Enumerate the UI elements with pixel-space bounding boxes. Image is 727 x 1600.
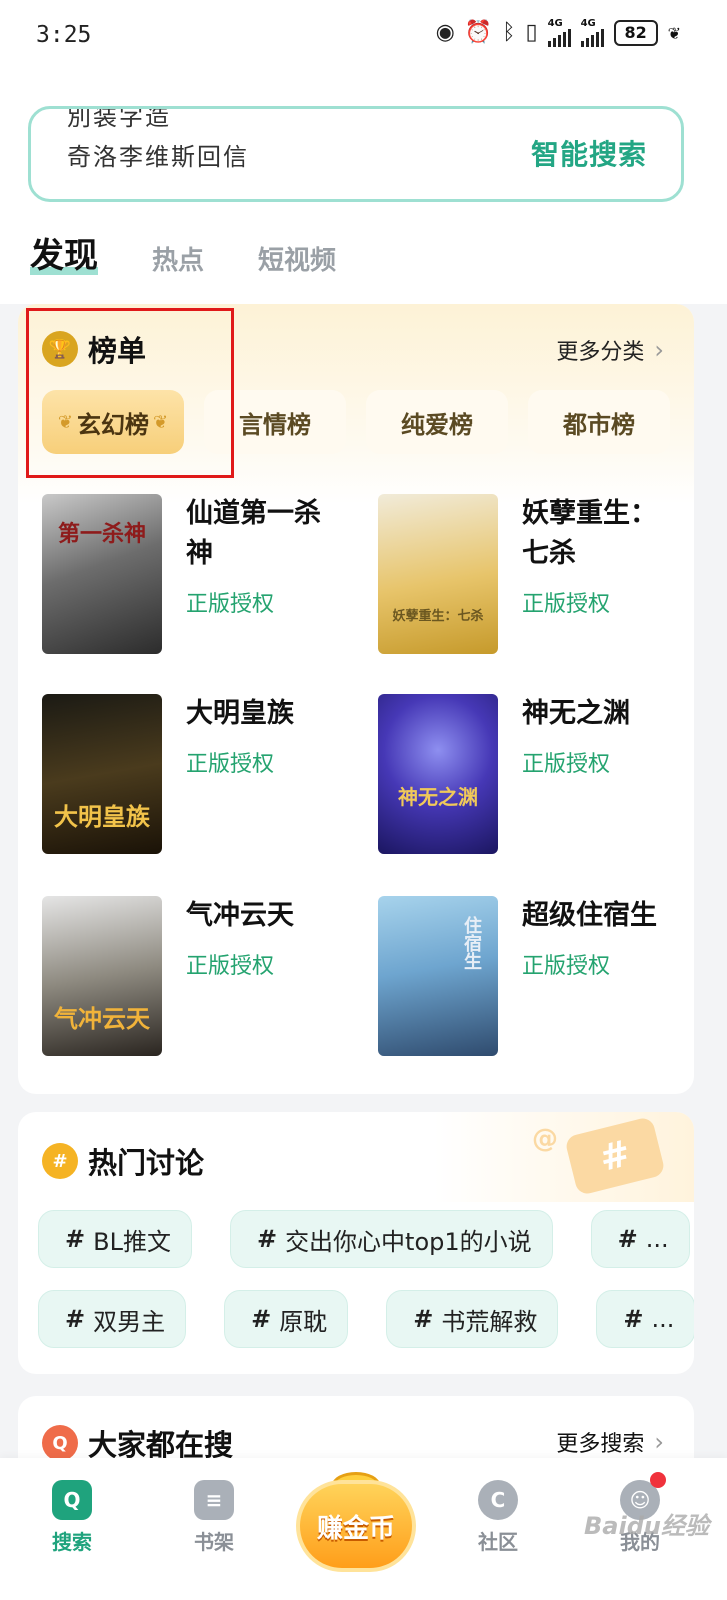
topic-chip[interactable]: # 书荒解救 bbox=[386, 1290, 559, 1348]
nav-search[interactable]: Q 搜索 bbox=[22, 1472, 122, 1555]
search-circle-icon: Q bbox=[42, 1425, 78, 1461]
licensed-tag: 正版授权 bbox=[186, 592, 275, 617]
hashtag-icon: # bbox=[42, 1143, 78, 1179]
signal-icon-2: 4G bbox=[580, 19, 604, 47]
smart-search-button[interactable]: 智能搜索 bbox=[531, 133, 647, 173]
nav-community[interactable]: C 社区 bbox=[448, 1472, 548, 1555]
signal-icon: 4G bbox=[547, 19, 571, 47]
search-suggestions[interactable]: 別装字造 奇洛李维斯回信 bbox=[67, 109, 467, 199]
leaf-icon: ❦ bbox=[667, 23, 681, 43]
ranking-tab-urban[interactable]: 都市榜 bbox=[528, 390, 670, 454]
book-item[interactable]: 气冲云天 气冲云天 正版授权 bbox=[42, 896, 352, 1058]
eye-icon: ◉ bbox=[435, 20, 455, 45]
at-icon: @ bbox=[532, 1124, 558, 1154]
book-cover: 大明皇族 bbox=[42, 694, 162, 854]
search-suggestion-2: 奇洛李维斯回信 bbox=[67, 143, 249, 171]
feed-tabs: 发现 热点 短视频 bbox=[30, 228, 390, 277]
notification-dot bbox=[650, 1472, 666, 1488]
book-item[interactable]: 住宿生 超级住宿生 正版授权 bbox=[378, 896, 688, 1058]
book-title: 超级住宿生 bbox=[522, 900, 657, 931]
topic-chip[interactable]: #... bbox=[590, 1210, 690, 1268]
chevron-right-icon: › bbox=[654, 336, 664, 364]
tab-hot[interactable]: 热点 bbox=[152, 240, 204, 277]
book-item[interactable]: 妖孽重生：七杀 妖孽重生：七杀 正版授权 bbox=[378, 494, 688, 656]
bookshelf-icon: ≡ bbox=[194, 1480, 234, 1520]
vibrate-icon: ▯ bbox=[525, 20, 538, 45]
licensed-tag: 正版授权 bbox=[522, 954, 611, 979]
book-item[interactable]: 大明皇族 大明皇族 正版授权 bbox=[42, 694, 352, 856]
licensed-tag: 正版授权 bbox=[186, 954, 275, 979]
watermark: Baidu经验 bbox=[584, 1512, 709, 1540]
book-cover: 第一杀神 bbox=[42, 494, 162, 654]
tab-discover[interactable]: 发现 bbox=[30, 228, 98, 277]
more-search-link[interactable]: 更多搜索 › bbox=[556, 1426, 664, 1458]
book-cover: 气冲云天 bbox=[42, 896, 162, 1056]
search-bar[interactable]: 別装字造 奇洛李维斯回信 智能搜索 bbox=[28, 106, 684, 202]
status-time: 3:25 bbox=[36, 22, 92, 48]
book-title: 气冲云天 bbox=[186, 900, 294, 931]
more-categories-link[interactable]: 更多分类 › bbox=[556, 334, 664, 366]
topic-row-1: # BL推文 # 交出你心中top1的小说 #... bbox=[38, 1210, 690, 1268]
book-title: 妖孽重生：七杀 bbox=[522, 498, 657, 569]
licensed-tag: 正版授权 bbox=[186, 752, 275, 777]
earn-coins-button[interactable]: 赚金币 bbox=[296, 1480, 416, 1572]
topic-chip[interactable]: # 双男主 bbox=[38, 1290, 187, 1348]
licensed-tag: 正版授权 bbox=[522, 752, 611, 777]
hot-discussion-header: # 热门讨论 bbox=[42, 1140, 204, 1182]
topic-chip[interactable]: # BL推文 bbox=[38, 1210, 192, 1268]
tab-short-video[interactable]: 短视频 bbox=[258, 240, 336, 277]
topic-chip[interactable]: #... bbox=[596, 1290, 694, 1348]
search-icon: Q bbox=[52, 1480, 92, 1520]
hot-discussion-card: @ # # 热门讨论 # BL推文 # 交出你心中top1的小说 #... # 双男主… bbox=[18, 1112, 694, 1374]
topic-chip[interactable]: # 原耽 bbox=[224, 1290, 349, 1348]
status-bar: 3:25 ◉ ⏰ ᛒ ▯ 4G 4G 82 ❦ bbox=[0, 0, 727, 74]
chevron-right-icon: › bbox=[654, 1428, 664, 1456]
book-cover: 妖孽重生：七杀 bbox=[378, 494, 498, 654]
book-cover: 住宿生 bbox=[378, 896, 498, 1056]
community-icon: C bbox=[478, 1480, 518, 1520]
battery-icon: 82 bbox=[613, 20, 658, 46]
book-title: 大明皇族 bbox=[186, 698, 294, 729]
status-icons: ◉ ⏰ ᛒ ▯ 4G 4G 82 ❦ bbox=[436, 18, 681, 48]
bluetooth-icon: ᛒ bbox=[502, 20, 516, 45]
book-item[interactable]: 第一杀神 仙道第一杀神 正版授权 bbox=[42, 494, 352, 656]
book-title: 神无之渊 bbox=[522, 698, 630, 729]
book-item[interactable]: 神无之渊 神无之渊 正版授权 bbox=[378, 694, 688, 856]
book-title: 仙道第一杀神 bbox=[186, 498, 321, 569]
nav-bookshelf[interactable]: ≡ 书架 bbox=[164, 1472, 264, 1555]
topic-chip[interactable]: # 交出你心中top1的小说 bbox=[229, 1210, 553, 1268]
licensed-tag: 正版授权 bbox=[522, 592, 611, 617]
ranking-tab-bl[interactable]: 纯爱榜 bbox=[366, 390, 508, 454]
hot-discussion-title: 热门讨论 bbox=[88, 1146, 205, 1180]
topic-row-2: # 双男主 # 原耽 # 书荒解救 #... bbox=[38, 1290, 694, 1348]
book-cover: 神无之渊 bbox=[378, 694, 498, 854]
alarm-icon: ⏰ bbox=[464, 20, 493, 45]
highlight-box bbox=[26, 308, 234, 478]
search-suggestion-1: 別装字造 bbox=[67, 109, 171, 131]
